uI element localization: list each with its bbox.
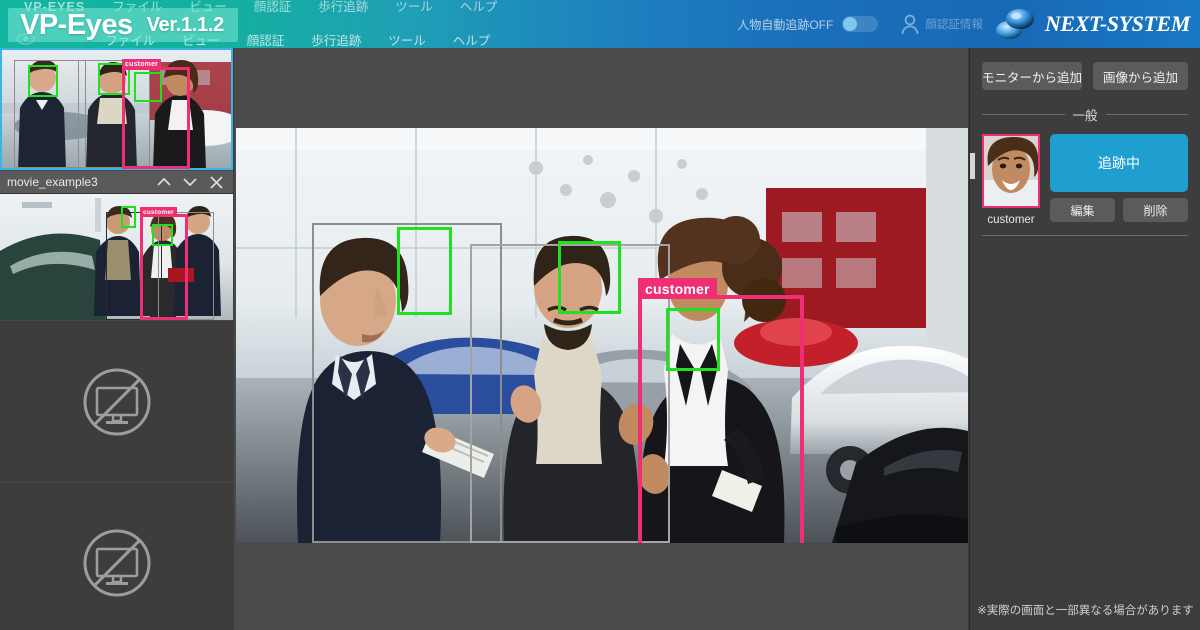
- source-card-1[interactable]: customer: [0, 48, 233, 170]
- auto-track-label: 人物自動追跡OFF: [737, 17, 834, 32]
- face-registry-panel: モニターから追加 画像から追加 一般 customer 追跡中 編集 削除 ※実…: [969, 48, 1200, 630]
- menu-item-walk-tracking[interactable]: 歩行追跡: [318, 1, 368, 14]
- chevron-down-icon[interactable]: [177, 171, 203, 193]
- person-thumbnail[interactable]: [982, 134, 1040, 208]
- main-stage: customer: [234, 48, 968, 630]
- person-thumbnail-column: customer: [982, 134, 1040, 226]
- person-name-label: customer: [987, 214, 1035, 226]
- person-actions: 追跡中 編集 削除: [1050, 134, 1188, 226]
- thumb1-tracked-label: customer: [122, 59, 162, 70]
- face-info-button[interactable]: 顔認証情報: [900, 13, 983, 35]
- source-sidebar: customer movie_example3 customer: [0, 48, 233, 630]
- main-video-view[interactable]: customer: [236, 128, 968, 543]
- source-thumbnail-1[interactable]: customer: [0, 48, 233, 170]
- close-icon[interactable]: [203, 171, 229, 193]
- menu2-item-tools[interactable]: ツール: [388, 30, 426, 49]
- auto-track-toggle-group[interactable]: 人物自動追跡OFF: [737, 16, 879, 33]
- disclaimer-note: ※実際の画面と一部異なる場合があります: [977, 605, 1194, 617]
- registered-person-row: customer 追跡中 編集 削除: [970, 124, 1200, 226]
- add-from-image-button[interactable]: 画像から追加: [1093, 62, 1188, 90]
- person-small-buttons: 編集 削除: [1050, 198, 1188, 222]
- group-header: 一般: [982, 105, 1189, 124]
- next-system-wordmark: NEXT-SYSTEM: [1044, 11, 1191, 36]
- empty-source-slot-2[interactable]: [0, 483, 233, 630]
- thumb2-face-box-2: [152, 224, 173, 246]
- source-name-2: movie_example3: [7, 175, 98, 189]
- add-from-monitor-button[interactable]: モニターから追加: [982, 62, 1083, 90]
- thumb2-face-box-1: [121, 206, 136, 228]
- top-bar: VP-EYES ファイル ビュー 顔認証 歩行追跡 ツール ヘルプ VP-EYE…: [0, 0, 1200, 48]
- menu-item-face-auth[interactable]: 顔認証: [254, 1, 292, 14]
- source-card-2[interactable]: customer: [0, 194, 233, 320]
- main-face-box-1: [397, 227, 452, 315]
- chevron-up-icon[interactable]: [151, 171, 177, 193]
- source-header-2: movie_example3: [0, 170, 233, 194]
- person-thumbnail-image: [984, 136, 1038, 206]
- person-icon: [901, 14, 919, 35]
- next-system-logo: NEXT-SYSTEM: [989, 7, 1190, 41]
- source-thumbnail-2[interactable]: customer: [0, 194, 233, 320]
- face-info-label: 顔認証情報: [925, 19, 983, 31]
- app-root: VP-EYES ファイル ビュー 顔認証 歩行追跡 ツール ヘルプ VP-EYE…: [0, 0, 1200, 630]
- edit-button[interactable]: 編集: [1050, 198, 1115, 222]
- menu2-item-face-auth[interactable]: 顔認証: [247, 30, 285, 49]
- page-title: VP-Eyes: [20, 9, 133, 41]
- main-tracked-label: customer: [638, 278, 717, 299]
- app-title-banner: VP-Eyes Ver.1.1.2: [8, 8, 238, 42]
- no-monitor-icon: [83, 529, 150, 597]
- main-tracked-box[interactable]: customer: [638, 278, 804, 543]
- toggle-knob: [843, 17, 858, 31]
- app-version: Ver.1.1.2: [146, 14, 225, 36]
- next-system-logo-icon: [995, 9, 1034, 39]
- thumb1-face-box-1: [28, 65, 58, 97]
- add-buttons-row: モニターから追加 画像から追加: [970, 48, 1200, 90]
- menu-item-help[interactable]: ヘルプ: [460, 1, 498, 14]
- thumb2-tracked-label: customer: [140, 207, 177, 217]
- delete-button[interactable]: 削除: [1123, 198, 1188, 222]
- main-face-box-2: [558, 241, 621, 314]
- group-label: 一般: [1072, 109, 1098, 123]
- no-monitor-icon: [83, 368, 150, 435]
- main-face-box-3: [666, 308, 720, 371]
- menu2-item-walk-tracking[interactable]: 歩行追跡: [311, 30, 361, 49]
- empty-source-slot-1[interactable]: [0, 321, 233, 483]
- menu-item-tools[interactable]: ツール: [395, 1, 433, 14]
- tracking-status-button[interactable]: 追跡中: [1050, 134, 1188, 192]
- group-rule-right: [1105, 114, 1189, 115]
- menu2-item-help[interactable]: ヘルプ: [453, 30, 491, 49]
- group-rule-left: [982, 114, 1065, 115]
- top-bar-right-cluster: 人物自動追跡OFF 顔認証情報 NEXT-SYSTEM: [737, 0, 1200, 48]
- panel-separator: [982, 235, 1188, 236]
- thumb1-face-box-3: [134, 72, 162, 102]
- panel-scrollbar[interactable]: [970, 153, 975, 179]
- auto-track-toggle[interactable]: [842, 16, 879, 32]
